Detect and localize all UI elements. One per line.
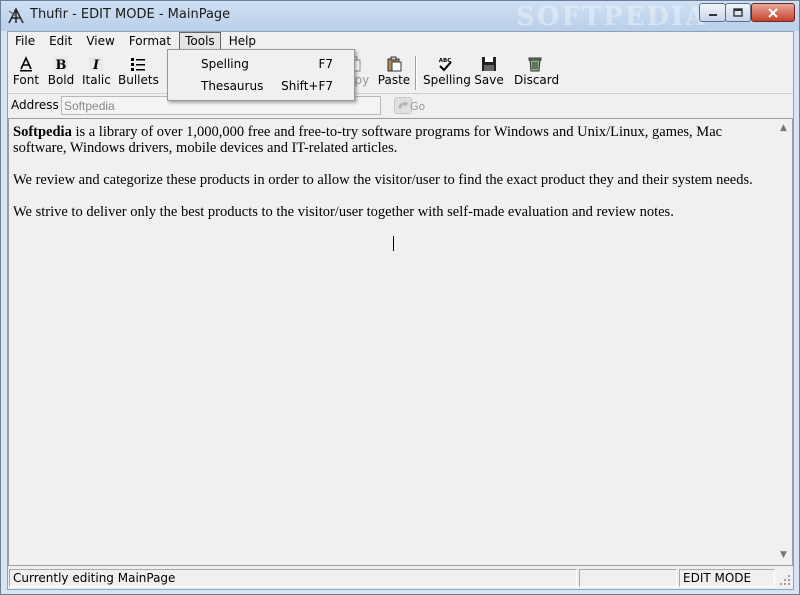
menu-edit[interactable]: Edit — [42, 32, 79, 52]
font-label: Font — [12, 73, 40, 87]
discard-icon — [528, 57, 542, 72]
spelling-icon: ABC — [439, 58, 452, 72]
menu-view[interactable]: View — [79, 32, 121, 52]
bullets-label: Bullets — [118, 73, 159, 87]
svg-text:I: I — [92, 58, 100, 72]
go-button[interactable]: Go — [394, 97, 426, 115]
vertical-scrollbar[interactable]: ▲ ▼ — [775, 119, 792, 565]
menu-item-thesaurus[interactable]: Thesaurus Shift+F7 — [169, 75, 353, 97]
paragraph-3: We strive to deliver only the best produ… — [13, 204, 674, 220]
paste-icon — [387, 56, 402, 72]
tools-dropdown-menu: Spelling F7 Thesaurus Shift+F7 — [167, 49, 355, 101]
paragraph-1-bold: Softpedia — [13, 124, 72, 140]
discard-button[interactable]: Discard — [514, 54, 560, 92]
discard-label: Discard — [514, 73, 560, 87]
svg-text:B: B — [56, 58, 67, 72]
spelling-shortcut: F7 — [318, 57, 333, 71]
thesaurus-menu-label: Thesaurus — [201, 79, 264, 93]
bold-icon: B — [54, 57, 68, 72]
window-title: Thufir - EDIT MODE - MainPage — [30, 7, 231, 22]
toolbar-separator — [415, 56, 417, 90]
paste-label: Paste — [377, 73, 411, 87]
spelling-menu-label: Spelling — [201, 57, 249, 71]
bullets-icon — [131, 58, 145, 71]
scroll-down-icon[interactable]: ▼ — [778, 551, 789, 560]
watermark: SOFTPEDIA — [516, 2, 708, 32]
menu-bar: File Edit View Format Tools Help — [8, 32, 793, 52]
address-label: Address — [11, 98, 59, 112]
font-icon — [20, 56, 32, 72]
go-label: Go — [410, 100, 426, 113]
title-bar[interactable]: Thufir - EDIT MODE - MainPage SOFTPEDIA — [1, 1, 799, 32]
status-message: Currently editing MainPage — [9, 569, 577, 587]
toolbar: Font B Bold I Italic Bullets Copy Paste — [8, 52, 793, 94]
italic-label: Italic — [82, 73, 111, 87]
minimize-button[interactable] — [699, 3, 726, 22]
status-bar: Currently editing MainPage EDIT MODE — [8, 567, 793, 589]
document-editor[interactable]: Softpedia is a library of over 1,000,000… — [8, 118, 793, 566]
save-button[interactable]: Save — [473, 54, 505, 92]
close-button[interactable] — [751, 3, 795, 22]
italic-icon: I — [89, 57, 103, 72]
maximize-icon — [733, 8, 743, 17]
paragraph-2: We review and categorize these products … — [13, 172, 753, 188]
app-window: Thufir - EDIT MODE - MainPage SOFTPEDIA … — [0, 0, 800, 595]
spelling-label: Spelling — [423, 73, 471, 87]
italic-button[interactable]: I Italic — [82, 54, 111, 92]
document-body[interactable]: Softpedia is a library of over 1,000,000… — [13, 124, 773, 236]
spelling-button[interactable]: ABC Spelling — [423, 54, 471, 92]
text-caret — [393, 236, 394, 251]
app-icon — [8, 7, 24, 24]
resize-grip-icon[interactable] — [778, 573, 791, 586]
menu-item-spelling[interactable]: Spelling F7 — [169, 53, 353, 75]
bold-button[interactable]: B Bold — [47, 54, 75, 92]
save-icon — [482, 57, 496, 71]
bold-label: Bold — [47, 73, 75, 87]
scroll-up-icon[interactable]: ▲ — [778, 124, 789, 133]
paragraph-1: Softpedia is a library of over 1,000,000… — [13, 124, 773, 156]
status-middle — [579, 569, 677, 587]
paste-button[interactable]: Paste — [377, 54, 411, 92]
font-button[interactable]: Font — [12, 54, 40, 92]
status-mode: EDIT MODE — [679, 569, 775, 587]
menu-file[interactable]: File — [8, 32, 42, 52]
address-bar: Address Go — [8, 95, 793, 117]
save-label: Save — [474, 73, 504, 87]
paragraph-1-text: is a library of over 1,000,000 free and … — [13, 124, 723, 156]
close-icon — [768, 7, 778, 18]
minimize-icon — [708, 13, 717, 16]
bullets-button[interactable]: Bullets — [118, 54, 159, 92]
client-area: File Edit View Format Tools Help Font B … — [7, 31, 794, 590]
thesaurus-shortcut: Shift+F7 — [281, 79, 333, 93]
maximize-button[interactable] — [725, 3, 751, 22]
